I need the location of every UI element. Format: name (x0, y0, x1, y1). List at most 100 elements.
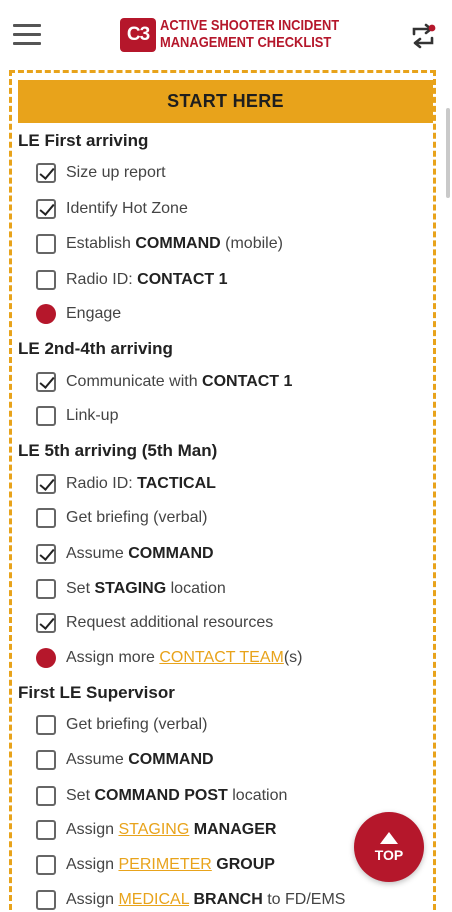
checklist-item[interactable]: Engage (36, 302, 121, 326)
checklist-item-label: Engage (66, 305, 121, 323)
section-title: First LE Supervisor (18, 683, 175, 702)
scroll-to-top-button[interactable]: TOP (354, 812, 424, 882)
status-dot-icon (36, 648, 56, 668)
checkbox-unchecked[interactable] (36, 508, 56, 528)
checklist-item-label: Request additional resources (66, 614, 273, 632)
checkbox-checked[interactable] (36, 372, 56, 392)
checklist-item[interactable]: Set STAGING location (36, 577, 226, 601)
checklist-item-keyword: COMMAND (128, 545, 214, 562)
checklist-item[interactable]: Assign more CONTACT TEAM(s) (36, 646, 302, 670)
checklist-item-text: Assume (66, 751, 129, 768)
checklist-item[interactable]: Link-up (36, 404, 118, 428)
checklist-item-text: Size up report (66, 164, 166, 181)
checklist-item-label: Assume COMMAND (66, 545, 214, 563)
checklist-item-label: Set STAGING location (66, 580, 226, 598)
checklist-item-text: Radio ID: (66, 475, 138, 492)
checklist-item-link[interactable]: STAGING (118, 821, 189, 838)
checklist-item[interactable]: Identify Hot Zone (36, 197, 188, 221)
checklist-item[interactable]: Assign PERIMETER GROUP (36, 853, 275, 877)
checklist-item-label: Assume COMMAND (66, 751, 214, 769)
checklist-item-keyword: CONTACT 1 (137, 271, 228, 288)
checkbox-unchecked[interactable] (36, 890, 56, 910)
checklist-item-label: Get briefing (verbal) (66, 716, 207, 734)
checklist-item-text: Set (66, 787, 95, 804)
checklist-item-label: Assign more CONTACT TEAM(s) (66, 649, 302, 667)
checklist-item-label: Assign PERIMETER GROUP (66, 856, 275, 874)
checklist-item-text: Identify Hot Zone (66, 200, 188, 217)
checkbox-unchecked[interactable] (36, 715, 56, 735)
checklist-item[interactable]: Request additional resources (36, 611, 273, 635)
checkbox-checked[interactable] (36, 199, 56, 219)
checklist-item-text: Assign (66, 821, 119, 838)
checklist-item-link[interactable]: CONTACT TEAM (159, 649, 283, 666)
checklist-item-label: Radio ID: CONTACT 1 (66, 271, 228, 289)
checkbox-unchecked[interactable] (36, 786, 56, 806)
checklist-item-label: Establish COMMAND (mobile) (66, 235, 283, 253)
checklist-item-label: Radio ID: TACTICAL (66, 475, 216, 493)
checklist-item[interactable]: Radio ID: TACTICAL (36, 472, 216, 496)
checklist-item-text: Get briefing (verbal) (66, 716, 208, 733)
checklist-item[interactable]: Get briefing (verbal) (36, 506, 207, 530)
checklist-item-text: Establish (66, 235, 136, 252)
checkbox-unchecked[interactable] (36, 270, 56, 290)
checklist-item[interactable]: Assign STAGING MANAGER (36, 818, 276, 842)
scrollbar[interactable] (446, 108, 450, 198)
checklist-item-text: (s) (283, 649, 303, 666)
status-dot-icon (36, 304, 56, 324)
checklist-item-label: Assign STAGING MANAGER (66, 821, 276, 839)
checklist-item[interactable]: Assume COMMAND (36, 542, 214, 566)
section-title: LE 2nd-4th arriving (18, 339, 173, 358)
checklist-item-keyword: MANAGER (193, 821, 277, 838)
section-title: LE First arriving (18, 131, 149, 150)
checklist-item[interactable]: Radio ID: CONTACT 1 (36, 268, 228, 292)
hamburger-menu-icon[interactable] (13, 24, 41, 46)
checklist-item-keyword: TACTICAL (137, 475, 216, 492)
checklist-item-text: Communicate with (66, 373, 203, 390)
checklist-item-label: Assign MEDICAL BRANCH to FD/EMS (66, 891, 345, 909)
checklist-item-text: Assign more (66, 649, 160, 666)
checklist-item-text: Radio ID: (66, 271, 138, 288)
checklist-item[interactable]: Assign MEDICAL BRANCH to FD/EMS (36, 888, 345, 912)
checklist-item-label: Size up report (66, 164, 166, 182)
checklist-item-text: location (166, 580, 226, 597)
checklist-item-keyword: CONTACT 1 (202, 373, 293, 390)
app-title-line2: MANAGEMENT CHECKLIST (160, 34, 332, 51)
checkbox-unchecked[interactable] (36, 750, 56, 770)
checkbox-checked[interactable] (36, 613, 56, 633)
checklist-item-label: Communicate with CONTACT 1 (66, 373, 292, 391)
checklist-item[interactable]: Communicate with CONTACT 1 (36, 370, 292, 394)
app-title-line1: ACTIVE SHOOTER INCIDENT (160, 17, 340, 34)
checkbox-unchecked[interactable] (36, 406, 56, 426)
sync-icon[interactable] (408, 22, 438, 50)
checkbox-checked[interactable] (36, 163, 56, 183)
checkbox-checked[interactable] (36, 544, 56, 564)
top-button-label: TOP (374, 846, 404, 863)
checklist-item-text: location (227, 787, 288, 804)
checklist-item-keyword: GROUP (216, 856, 275, 873)
checklist-item-keyword: STAGING (94, 580, 167, 597)
checkbox-checked[interactable] (36, 474, 56, 494)
checklist-item[interactable]: Establish COMMAND (mobile) (36, 232, 283, 256)
section-title: LE 5th arriving (5th Man) (18, 441, 218, 460)
checklist-item-text: Engage (66, 305, 122, 322)
checklist-item-label: Identify Hot Zone (66, 200, 188, 218)
checklist-item-keyword: COMMAND POST (94, 787, 228, 804)
checklist-item-label: Set COMMAND POST location (66, 787, 287, 805)
app-header: C3 ACTIVE SHOOTER INCIDENT MANAGEMENT CH… (0, 0, 452, 68)
checklist-item-text: (mobile) (220, 235, 283, 252)
checkbox-unchecked[interactable] (36, 579, 56, 599)
checklist-item[interactable]: Assume COMMAND (36, 748, 214, 772)
checklist-item-text: Assume (66, 545, 129, 562)
checklist-item[interactable]: Set COMMAND POST location (36, 784, 287, 808)
checklist-item[interactable]: Get briefing (verbal) (36, 713, 207, 737)
checklist-item-text: Assign (66, 856, 119, 873)
checkbox-unchecked[interactable] (36, 234, 56, 254)
arrow-up-icon (380, 831, 398, 844)
checkbox-unchecked[interactable] (36, 855, 56, 875)
checklist-item-label: Link-up (66, 407, 118, 425)
checkbox-unchecked[interactable] (36, 820, 56, 840)
checklist-item[interactable]: Size up report (36, 161, 166, 185)
checklist-item-text: Set (66, 580, 95, 597)
app-title: ACTIVE SHOOTER INCIDENT MANAGEMENT CHECK… (160, 17, 340, 51)
checklist-item-link[interactable]: PERIMETER (118, 856, 211, 873)
